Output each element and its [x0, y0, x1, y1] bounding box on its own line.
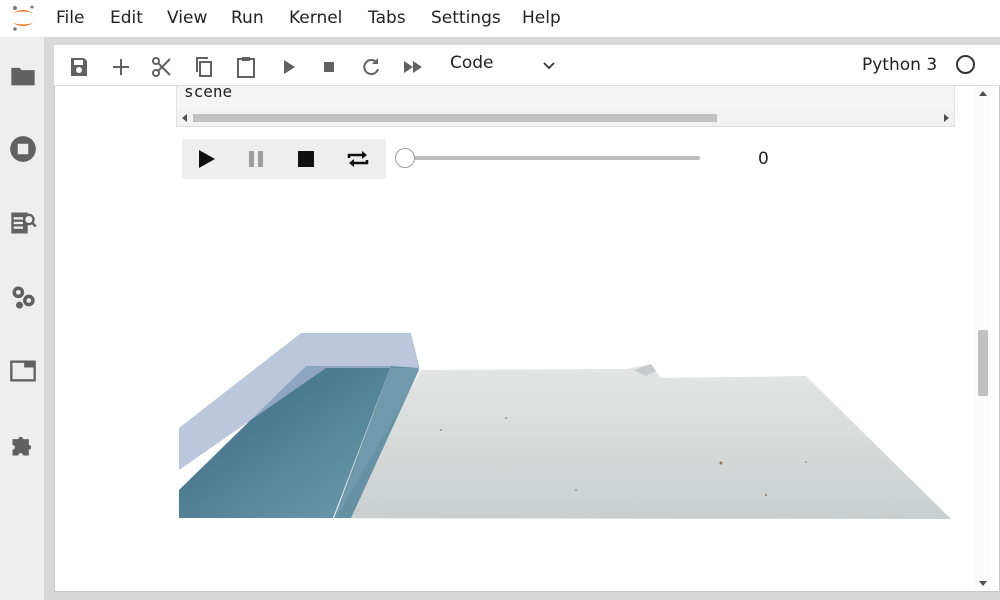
- menu-tabs[interactable]: Tabs: [368, 8, 406, 28]
- play-icon: [199, 150, 215, 168]
- fast-forward-icon[interactable]: [401, 55, 425, 79]
- puzzle-icon[interactable]: [9, 431, 37, 459]
- paste-icon[interactable]: [234, 55, 258, 79]
- pause-icon: [249, 151, 263, 167]
- menu-kernel[interactable]: Kernel: [289, 8, 342, 28]
- folder-icon[interactable]: [9, 62, 37, 90]
- stop-square-icon: [298, 151, 314, 167]
- cell-type-dropdown[interactable]: Code: [450, 53, 494, 73]
- kernel-name[interactable]: Python 3: [862, 55, 937, 75]
- vertical-scrollbar-thumb[interactable]: [978, 330, 988, 396]
- scroll-down-icon[interactable]: [979, 579, 987, 587]
- frame-slider-track[interactable]: [406, 156, 700, 160]
- copy-icon[interactable]: [192, 55, 216, 79]
- menu-settings[interactable]: Settings: [431, 8, 501, 28]
- property-inspector-icon[interactable]: [9, 209, 37, 237]
- left-sidebar: [0, 37, 45, 600]
- 3d-scene-canvas[interactable]: [176, 190, 956, 530]
- code-text[interactable]: scene: [184, 82, 232, 101]
- menu-bar: File Edit View Run Kernel Tabs Settings …: [0, 0, 1000, 37]
- frame-slider-value: 0: [758, 149, 769, 169]
- cut-icon[interactable]: [150, 55, 174, 79]
- play-button[interactable]: [182, 139, 232, 179]
- menu-help[interactable]: Help: [522, 8, 561, 28]
- menu-view[interactable]: View: [167, 8, 207, 28]
- play-widget-controls: [182, 139, 386, 179]
- running-icon[interactable]: [9, 135, 37, 163]
- run-icon[interactable]: [276, 55, 300, 79]
- pause-button[interactable]: [232, 139, 282, 179]
- menu-edit[interactable]: Edit: [110, 8, 143, 28]
- stop-icon[interactable]: [317, 55, 341, 79]
- menu-file[interactable]: File: [56, 8, 84, 28]
- menu-run[interactable]: Run: [231, 8, 264, 28]
- frame-slider-handle[interactable]: [395, 148, 415, 168]
- stop-button[interactable]: [282, 139, 332, 179]
- extension-settings-icon[interactable]: [9, 283, 37, 311]
- jupyter-logo-icon[interactable]: [10, 4, 36, 32]
- add-cell-icon[interactable]: [109, 55, 133, 79]
- scroll-right-icon[interactable]: [942, 114, 950, 122]
- horizontal-scrollbar-thumb[interactable]: [193, 114, 717, 122]
- restart-icon[interactable]: [359, 55, 383, 79]
- scroll-left-icon[interactable]: [181, 114, 189, 122]
- repeat-icon: [347, 151, 369, 167]
- scroll-up-icon[interactable]: [979, 90, 987, 98]
- repeat-button[interactable]: [332, 139, 386, 179]
- kernel-status-icon: [956, 55, 975, 74]
- chevron-down-icon[interactable]: [541, 57, 557, 73]
- save-icon[interactable]: [67, 55, 91, 79]
- tabs-icon[interactable]: [9, 357, 37, 385]
